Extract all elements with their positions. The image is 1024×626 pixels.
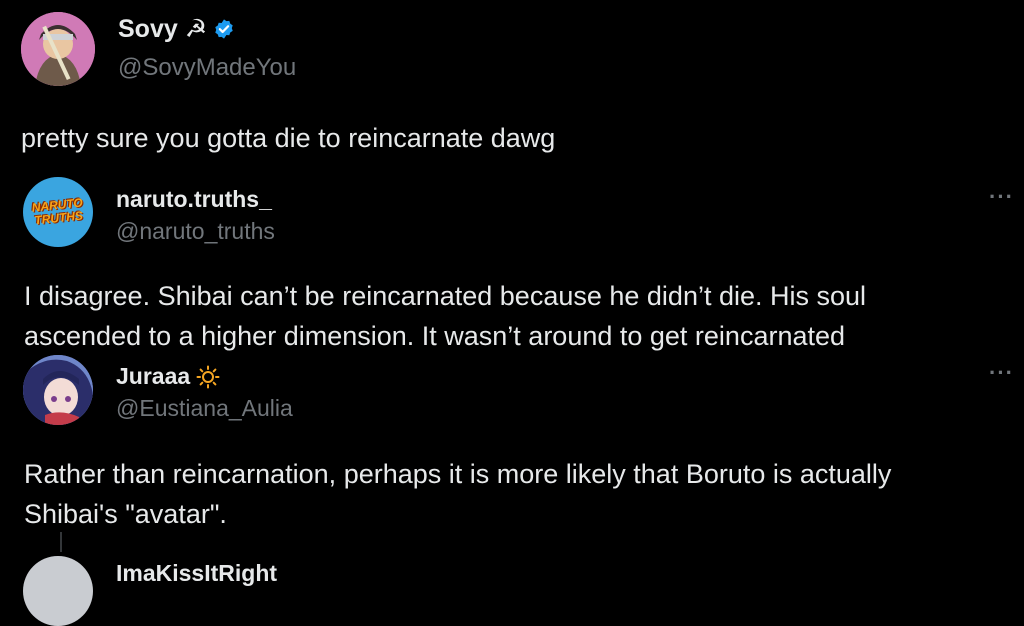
author-handle[interactable]: @SovyMadeYou xyxy=(118,54,296,82)
avatar-logo-text: NARUTO TRUTHS xyxy=(31,195,84,228)
avatar[interactable] xyxy=(23,355,93,425)
avatar[interactable] xyxy=(21,12,95,86)
more-options-icon[interactable]: ··· xyxy=(989,184,1014,210)
sun-icon xyxy=(196,365,220,388)
author-handle[interactable]: @naruto_truths xyxy=(116,218,275,245)
post-text: pretty sure you gotta die to reincarnate… xyxy=(21,123,556,153)
author-name[interactable]: ImaKissItRight xyxy=(116,560,277,587)
avatar[interactable] xyxy=(23,556,93,626)
author-name-text: naruto.truths_ xyxy=(116,186,272,212)
author-name-text: Sovy ☭ xyxy=(118,15,208,43)
author-name[interactable]: naruto.truths_ xyxy=(116,186,272,213)
avatar-image xyxy=(23,355,93,425)
post-text-line-2: ascended to a higher dimension. It wasn’… xyxy=(24,321,846,351)
more-options-icon[interactable]: ··· xyxy=(989,360,1014,386)
avatar[interactable]: NARUTO TRUTHS xyxy=(23,177,93,247)
post-text-line-1: I disagree. Shibai can’t be reincarnated… xyxy=(24,281,867,311)
author-name[interactable]: Juraaa xyxy=(116,363,220,390)
thread-connector xyxy=(60,532,62,552)
author-name-text: Juraaa xyxy=(116,363,191,389)
author-handle[interactable]: @Eustiana_Aulia xyxy=(116,395,293,422)
avatar-image xyxy=(21,12,95,86)
author-name[interactable]: Sovy ☭ xyxy=(118,14,235,44)
author-name-text: ImaKissItRight xyxy=(116,560,278,586)
post-text-line-1: Rather than reincarnation, perhaps it is… xyxy=(24,459,892,489)
verified-badge-icon xyxy=(215,19,233,39)
post-text-line-2: Shibai's "avatar". xyxy=(24,499,227,529)
